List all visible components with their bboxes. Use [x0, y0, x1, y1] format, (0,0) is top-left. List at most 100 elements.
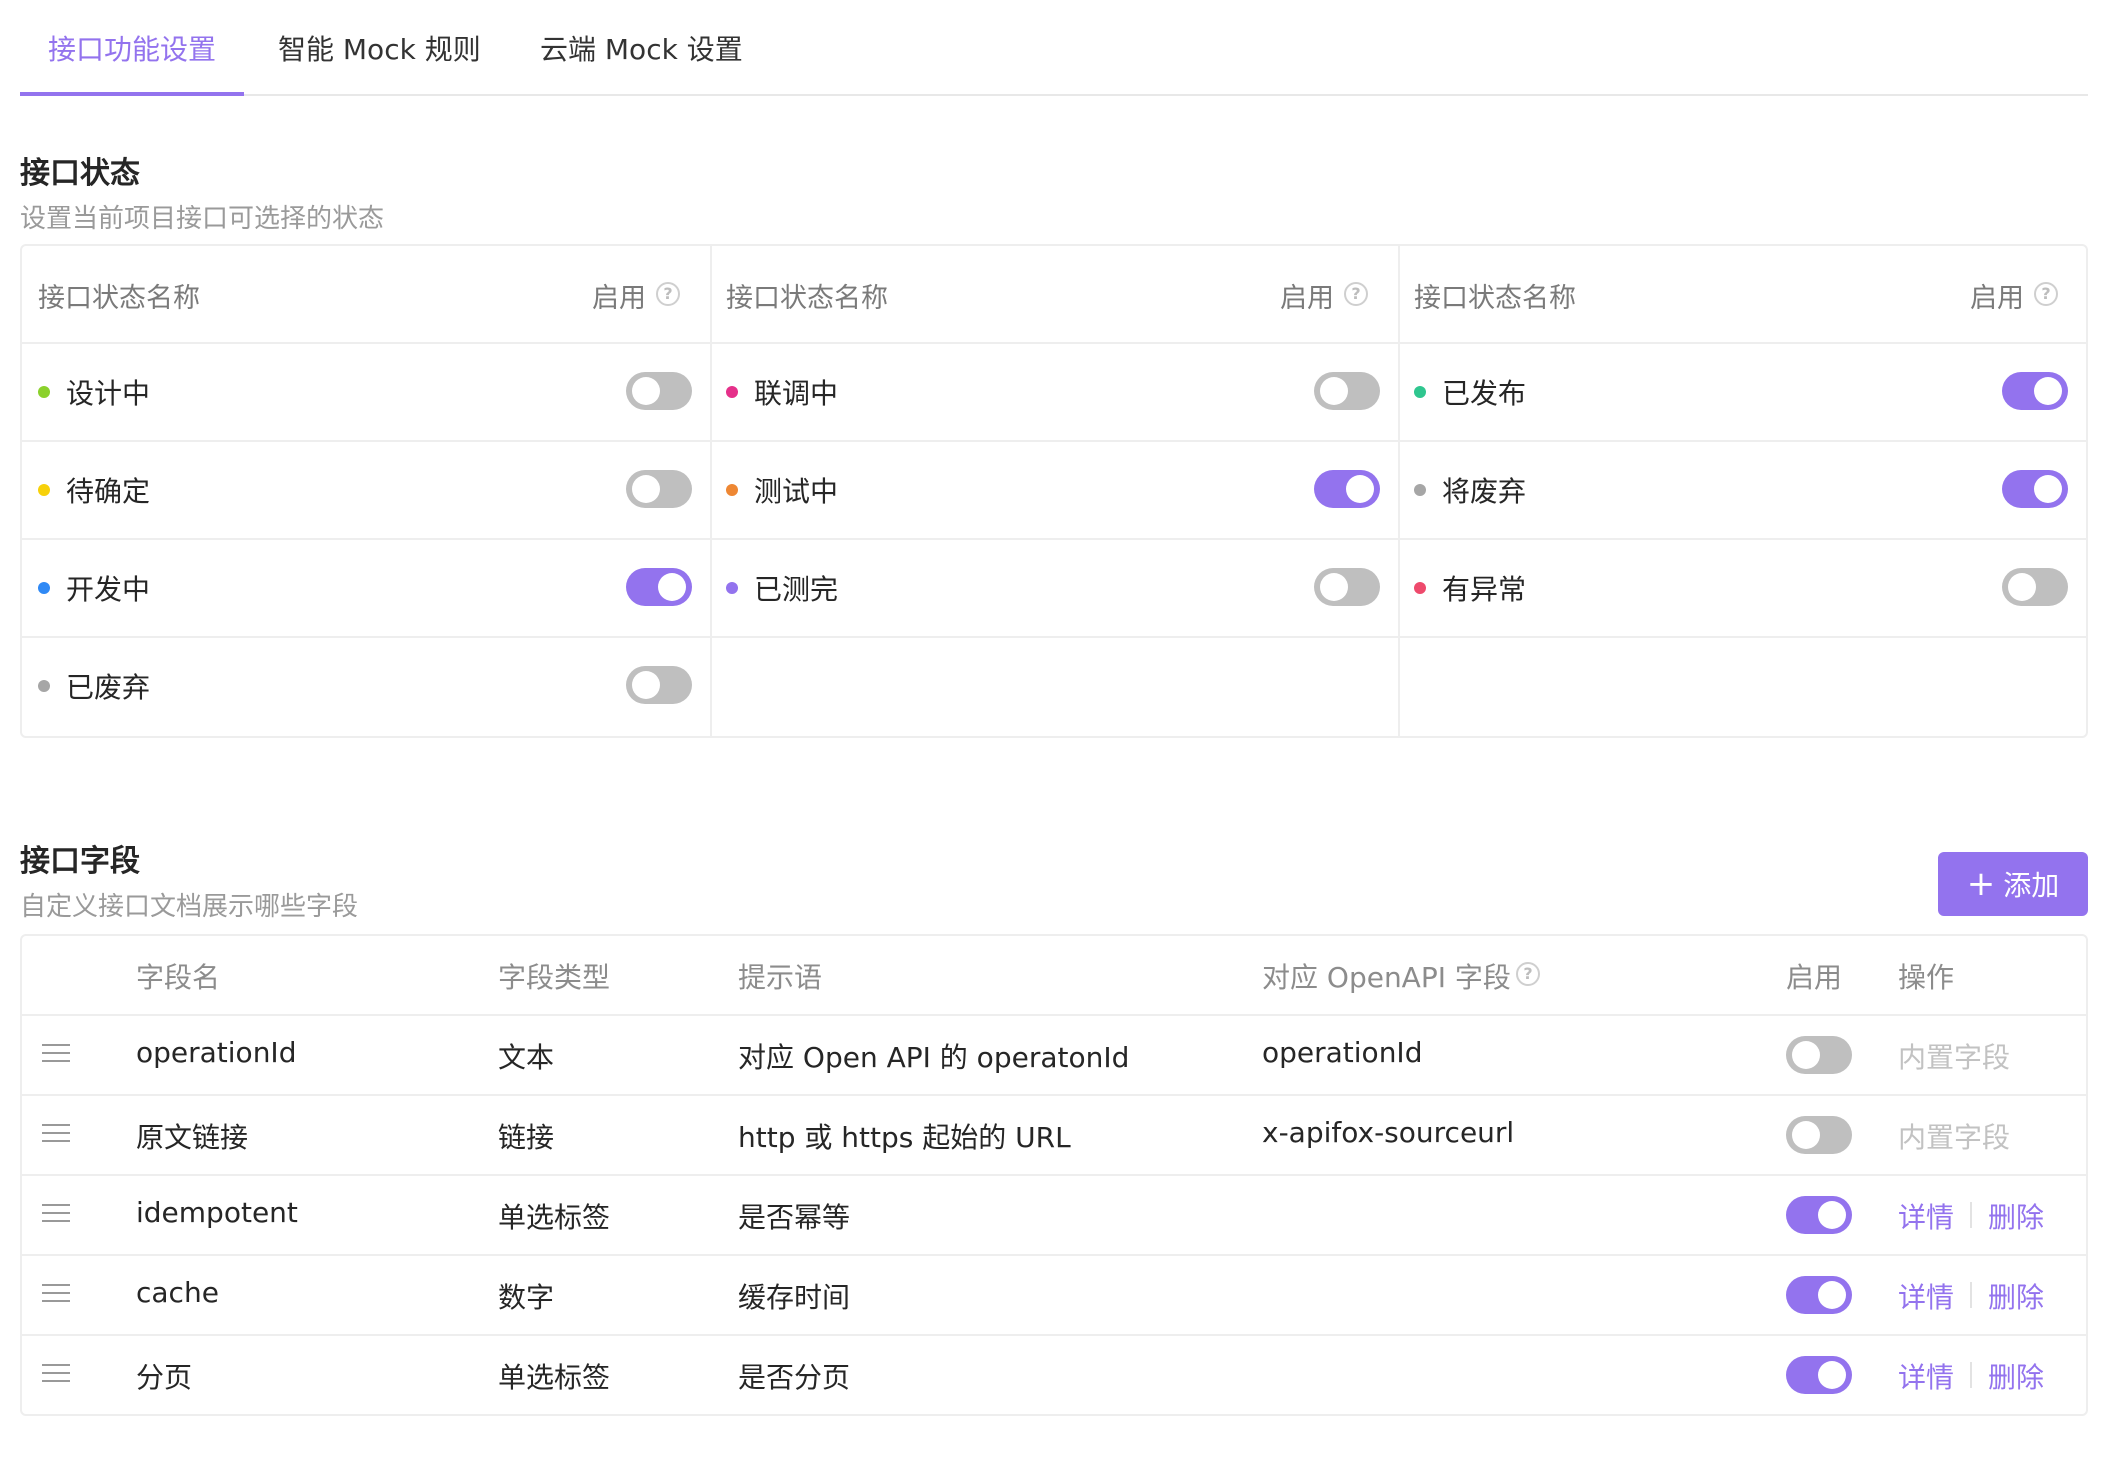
- status-label-testing: 测试中: [754, 475, 839, 508]
- status-label-deprecating: 将废弃: [1442, 475, 1527, 508]
- field-enable-toggle[interactable]: [1786, 1036, 1852, 1074]
- field-hint: 是否分页: [738, 1361, 851, 1394]
- column-header-action: 操作: [1898, 961, 1955, 994]
- status-toggle-pending[interactable]: [626, 470, 692, 508]
- status-grid: 接口状态名称 启用 ? 接口状态名称 启用 ? 接口状态名称 启用 ? 设计中 …: [20, 244, 2088, 738]
- action-separator: [1970, 1282, 1972, 1308]
- settings-tabs: 接口功能设置 智能 Mock 规则 云端 Mock 设置: [20, 0, 2088, 96]
- builtin-field-label: 内置字段: [1898, 1041, 2011, 1074]
- status-toggle-developing[interactable]: [626, 568, 692, 606]
- help-icon[interactable]: ?: [656, 282, 680, 306]
- help-icon[interactable]: ?: [2034, 282, 2058, 306]
- row-divider: [22, 1094, 2086, 1096]
- status-toggle-integrating[interactable]: [1314, 372, 1380, 410]
- field-hint: http 或 https 起始的 URL: [738, 1121, 1071, 1154]
- status-enable-header: 启用: [592, 283, 646, 314]
- tab-cloud-mock-settings[interactable]: 云端 Mock 设置: [540, 30, 743, 70]
- status-section-desc: 设置当前项目接口可选择的状态: [20, 204, 385, 234]
- delete-link[interactable]: 删除: [1988, 1196, 2044, 1236]
- help-icon[interactable]: ?: [1344, 282, 1368, 306]
- status-toggle-abnormal[interactable]: [2002, 568, 2068, 606]
- field-enable-toggle[interactable]: [1786, 1356, 1852, 1394]
- row-divider: [22, 538, 2086, 540]
- status-enable-header: 启用: [1970, 283, 2024, 314]
- column-divider: [1398, 246, 1400, 736]
- field-enable-toggle[interactable]: [1786, 1276, 1852, 1314]
- delete-link[interactable]: 删除: [1988, 1276, 2044, 1316]
- status-toggle-released[interactable]: [2002, 372, 2068, 410]
- detail-link[interactable]: 详情: [1898, 1356, 1954, 1396]
- row-divider: [22, 1174, 2086, 1176]
- field-name: idempotent: [136, 1196, 298, 1229]
- status-color-dot: [726, 582, 738, 594]
- row-divider: [22, 636, 2086, 638]
- status-color-dot: [1414, 386, 1426, 398]
- status-toggle-testing[interactable]: [1314, 470, 1380, 508]
- field-name: 分页: [136, 1361, 193, 1394]
- add-field-label: 添加: [2003, 869, 2060, 902]
- action-separator: [1970, 1362, 1972, 1388]
- field-name: 原文链接: [136, 1121, 249, 1154]
- field-type: 文本: [498, 1041, 555, 1074]
- field-name: operationId: [136, 1036, 297, 1069]
- field-enable-toggle[interactable]: [1786, 1116, 1852, 1154]
- status-label-pending: 待确定: [66, 475, 151, 508]
- status-color-dot: [1414, 582, 1426, 594]
- detail-link[interactable]: 详情: [1898, 1196, 1954, 1236]
- row-divider: [22, 1254, 2086, 1256]
- status-label-abnormal: 有异常: [1442, 573, 1527, 606]
- status-enable-header: 启用: [1280, 283, 1334, 314]
- plus-icon: +: [1966, 864, 1996, 904]
- status-toggle-obsolete[interactable]: [626, 666, 692, 704]
- field-enable-toggle[interactable]: [1786, 1196, 1852, 1234]
- status-color-dot: [1414, 484, 1426, 496]
- status-color-dot: [726, 386, 738, 398]
- status-toggle-tested[interactable]: [1314, 568, 1380, 606]
- detail-link[interactable]: 详情: [1898, 1276, 1954, 1316]
- column-divider: [710, 246, 712, 736]
- active-tab-indicator: [20, 92, 244, 96]
- status-label-tested: 已测完: [754, 573, 839, 606]
- field-hint: 对应 Open API 的 operatonId: [738, 1041, 1130, 1074]
- drag-handle-icon[interactable]: [42, 1204, 70, 1224]
- fields-section-desc: 自定义接口文档展示哪些字段: [20, 892, 359, 922]
- column-header-field-name: 字段名: [136, 961, 221, 994]
- fields-section-title: 接口字段: [20, 844, 140, 879]
- field-type: 链接: [498, 1121, 555, 1154]
- field-openapi: operationId: [1262, 1036, 1423, 1069]
- row-divider: [22, 342, 2086, 344]
- status-toggle-designing[interactable]: [626, 372, 692, 410]
- status-color-dot: [38, 484, 50, 496]
- settings-page: 接口功能设置 智能 Mock 规则 云端 Mock 设置 接口状态 设置当前项目…: [0, 0, 2104, 1482]
- field-name: cache: [136, 1276, 219, 1309]
- column-header-field-type: 字段类型: [498, 961, 611, 994]
- drag-handle-icon[interactable]: [42, 1044, 70, 1064]
- status-name-header: 接口状态名称: [1414, 283, 1576, 314]
- status-label-released: 已发布: [1442, 377, 1527, 410]
- row-divider: [22, 1014, 2086, 1016]
- status-color-dot: [38, 582, 50, 594]
- add-field-button[interactable]: + 添加: [1938, 852, 2088, 916]
- delete-link[interactable]: 删除: [1988, 1356, 2044, 1396]
- status-label-integrating: 联调中: [754, 377, 839, 410]
- row-divider: [22, 440, 2086, 442]
- status-label-obsolete: 已废弃: [66, 671, 151, 704]
- drag-handle-icon[interactable]: [42, 1364, 70, 1384]
- status-section-title: 接口状态: [20, 156, 140, 191]
- column-header-enable: 启用: [1786, 961, 1843, 994]
- help-icon[interactable]: ?: [1516, 962, 1540, 986]
- status-name-header: 接口状态名称: [726, 283, 888, 314]
- builtin-field-label: 内置字段: [1898, 1121, 2011, 1154]
- drag-handle-icon[interactable]: [42, 1124, 70, 1144]
- status-color-dot: [38, 680, 50, 692]
- field-type: 单选标签: [498, 1361, 611, 1394]
- tab-smart-mock-rules[interactable]: 智能 Mock 规则: [278, 30, 481, 70]
- field-type: 数字: [498, 1281, 555, 1314]
- column-header-openapi-field: 对应 OpenAPI 字段: [1262, 961, 1511, 994]
- field-hint: 缓存时间: [738, 1281, 851, 1314]
- drag-handle-icon[interactable]: [42, 1284, 70, 1304]
- tab-api-settings[interactable]: 接口功能设置: [48, 30, 216, 70]
- field-type: 单选标签: [498, 1201, 611, 1234]
- status-toggle-deprecating[interactable]: [2002, 470, 2068, 508]
- status-name-header: 接口状态名称: [38, 283, 200, 314]
